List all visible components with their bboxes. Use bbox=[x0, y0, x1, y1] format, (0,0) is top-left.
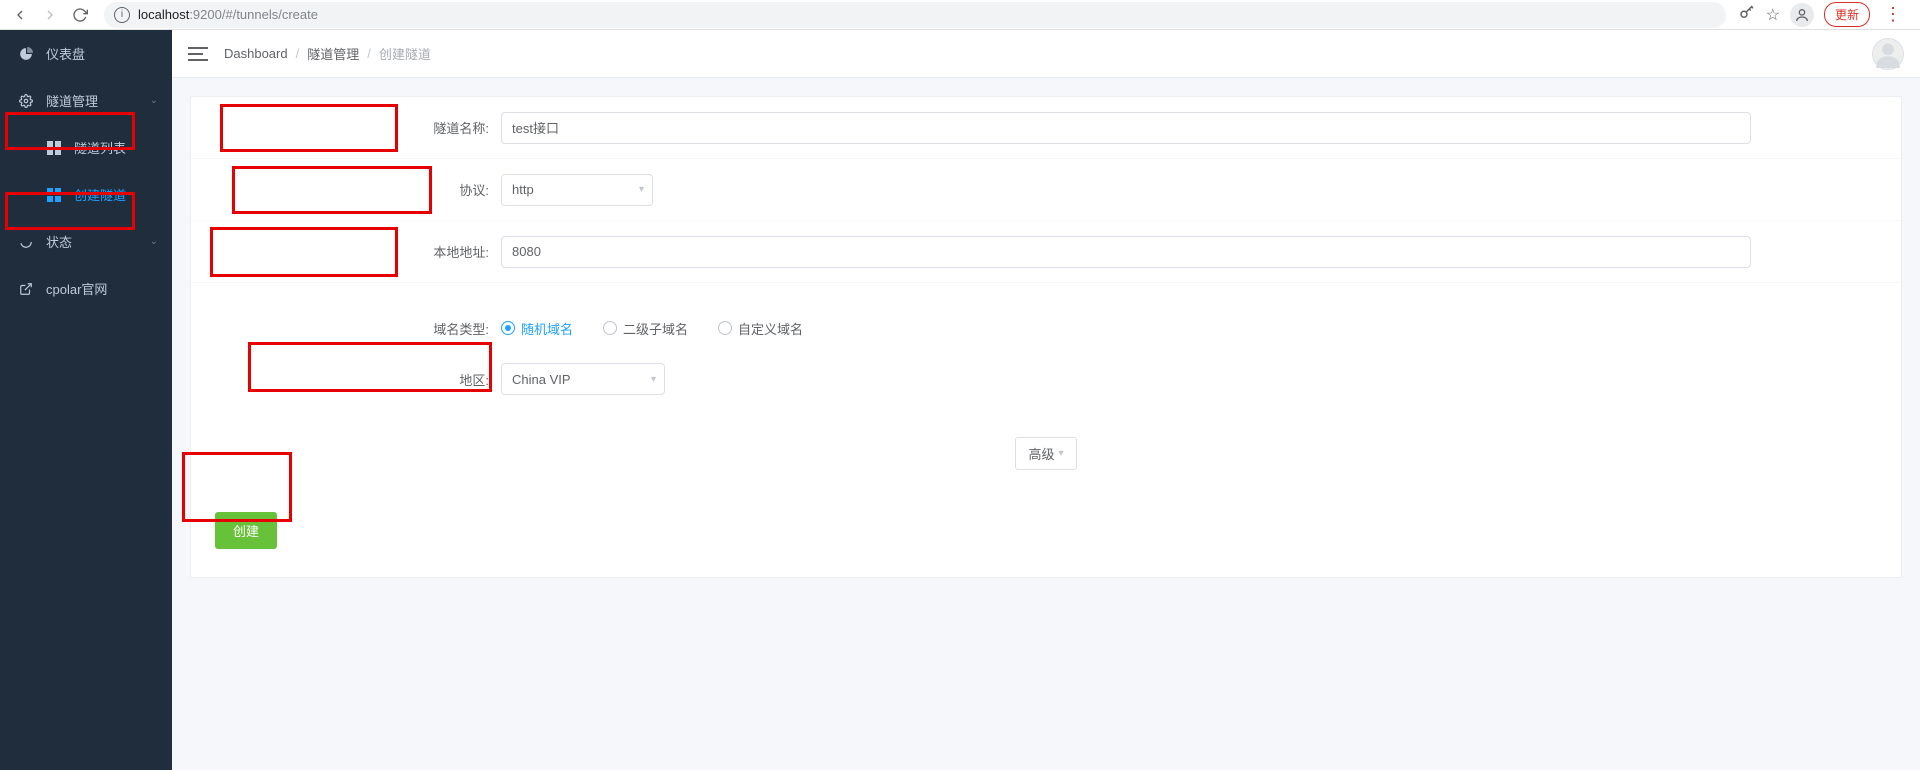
radio-label: 随机域名 bbox=[521, 319, 573, 338]
label-tunnel-name: 隧道名称: bbox=[191, 118, 501, 137]
tunnel-name-input[interactable] bbox=[501, 112, 1751, 144]
radio-icon bbox=[718, 321, 732, 335]
advanced-toggle-button[interactable]: 高级 ▾ bbox=[1015, 437, 1076, 470]
label-region: 地区: bbox=[191, 370, 501, 389]
chevron-down-icon: ⌄ bbox=[150, 236, 158, 247]
label-local-addr: 本地地址: bbox=[191, 242, 501, 261]
dashboard-icon bbox=[18, 47, 34, 61]
main-area: Dashboard / 隧道管理 / 创建隧道 隧道名称: bbox=[172, 30, 1920, 770]
grid-icon bbox=[46, 141, 62, 155]
sidebar-item-label: 仪表盘 bbox=[46, 44, 85, 63]
radio-icon bbox=[501, 321, 515, 335]
password-key-icon[interactable] bbox=[1738, 3, 1756, 26]
submit-area: 创建 bbox=[191, 494, 1901, 577]
profile-avatar-icon[interactable] bbox=[1790, 3, 1814, 27]
sidebar-item-tunnel-list[interactable]: 隧道列表 bbox=[0, 124, 172, 171]
label-protocol: 协议: bbox=[191, 180, 501, 199]
nav-reload-button[interactable] bbox=[68, 3, 92, 27]
sidebar-item-label: 状态 bbox=[46, 232, 72, 251]
local-addr-input[interactable] bbox=[501, 236, 1751, 268]
browser-update-button[interactable]: 更新 bbox=[1824, 2, 1870, 27]
row-advanced: 高级 ▾ bbox=[191, 413, 1901, 494]
menu-toggle-icon[interactable] bbox=[188, 47, 208, 61]
sidebar-item-label: cpolar官网 bbox=[46, 279, 107, 298]
radio-label: 自定义域名 bbox=[738, 319, 803, 338]
breadcrumb-item-current: 创建隧道 bbox=[379, 44, 431, 63]
chevron-down-icon: ▾ bbox=[651, 374, 656, 385]
grid-icon bbox=[46, 188, 62, 202]
radio-label: 二级子域名 bbox=[623, 319, 688, 338]
region-select-value: China VIP bbox=[512, 372, 571, 387]
user-avatar[interactable] bbox=[1872, 38, 1904, 70]
sidebar-item-label: 隧道列表 bbox=[74, 138, 126, 157]
radio-custom-domain[interactable]: 自定义域名 bbox=[718, 319, 803, 338]
chevron-down-icon: ▾ bbox=[1058, 448, 1063, 459]
label-domain-type: 域名类型: bbox=[191, 319, 501, 338]
site-info-icon[interactable]: i bbox=[114, 7, 130, 23]
breadcrumb: Dashboard / 隧道管理 / 创建隧道 bbox=[224, 44, 431, 63]
row-region: 地区: China VIP ▾ bbox=[191, 345, 1901, 413]
row-local-addr: 本地地址: bbox=[191, 221, 1901, 283]
sidebar-item-dashboard[interactable]: 仪表盘 bbox=[0, 30, 172, 77]
breadcrumb-sep: / bbox=[367, 46, 371, 61]
sidebar-item-status[interactable]: 状态 ⌄ bbox=[0, 218, 172, 265]
create-button[interactable]: 创建 bbox=[215, 512, 277, 549]
row-protocol: 协议: http ▾ bbox=[191, 159, 1901, 221]
radio-random-domain[interactable]: 随机域名 bbox=[501, 319, 573, 338]
url-text: localhost:9200/#/tunnels/create bbox=[138, 7, 318, 22]
domain-type-radio-group: 随机域名 二级子域名 自定义域名 bbox=[501, 319, 803, 338]
bookmark-star-icon[interactable]: ☆ bbox=[1766, 5, 1780, 25]
protocol-select[interactable]: http ▾ bbox=[501, 174, 653, 206]
breadcrumb-sep: / bbox=[296, 46, 300, 61]
region-select[interactable]: China VIP ▾ bbox=[501, 363, 665, 395]
row-tunnel-name: 隧道名称: bbox=[191, 97, 1901, 159]
browser-menu-icon[interactable]: ⋮ bbox=[1880, 4, 1906, 25]
external-link-icon bbox=[18, 282, 34, 296]
chevron-down-icon: ▾ bbox=[639, 184, 644, 195]
sidebar-item-label: 创建隧道 bbox=[74, 185, 126, 204]
sidebar-item-label: 隧道管理 bbox=[46, 91, 98, 110]
advanced-label: 高级 bbox=[1028, 444, 1054, 463]
breadcrumb-item[interactable]: Dashboard bbox=[224, 46, 288, 61]
gear-icon bbox=[18, 94, 34, 108]
browser-toolbar: i localhost:9200/#/tunnels/create ☆ 更新 ⋮ bbox=[0, 0, 1920, 30]
sidebar-item-official-site[interactable]: cpolar官网 bbox=[0, 265, 172, 312]
sidebar-item-tunnel-manage[interactable]: 隧道管理 ⌄ bbox=[0, 77, 172, 124]
chevron-down-icon: ⌄ bbox=[150, 95, 158, 106]
nav-back-button[interactable] bbox=[8, 3, 32, 27]
url-bar[interactable]: i localhost:9200/#/tunnels/create bbox=[104, 2, 1726, 28]
protocol-select-value: http bbox=[512, 182, 534, 197]
loader-icon bbox=[18, 235, 34, 249]
sidebar: 仪表盘 隧道管理 ⌄ 隧道列表 创建隧道 状态 ⌄ bbox=[0, 30, 172, 770]
form-card: 隧道名称: 协议: http ▾ bbox=[190, 96, 1902, 578]
nav-forward-button[interactable] bbox=[38, 3, 62, 27]
radio-icon bbox=[603, 321, 617, 335]
breadcrumb-item[interactable]: 隧道管理 bbox=[307, 44, 359, 63]
topbar: Dashboard / 隧道管理 / 创建隧道 bbox=[172, 30, 1920, 78]
row-domain-type: 域名类型: 随机域名 二级子域名 bbox=[191, 283, 1901, 345]
sidebar-item-tunnel-create[interactable]: 创建隧道 bbox=[0, 171, 172, 218]
radio-subdomain[interactable]: 二级子域名 bbox=[603, 319, 688, 338]
